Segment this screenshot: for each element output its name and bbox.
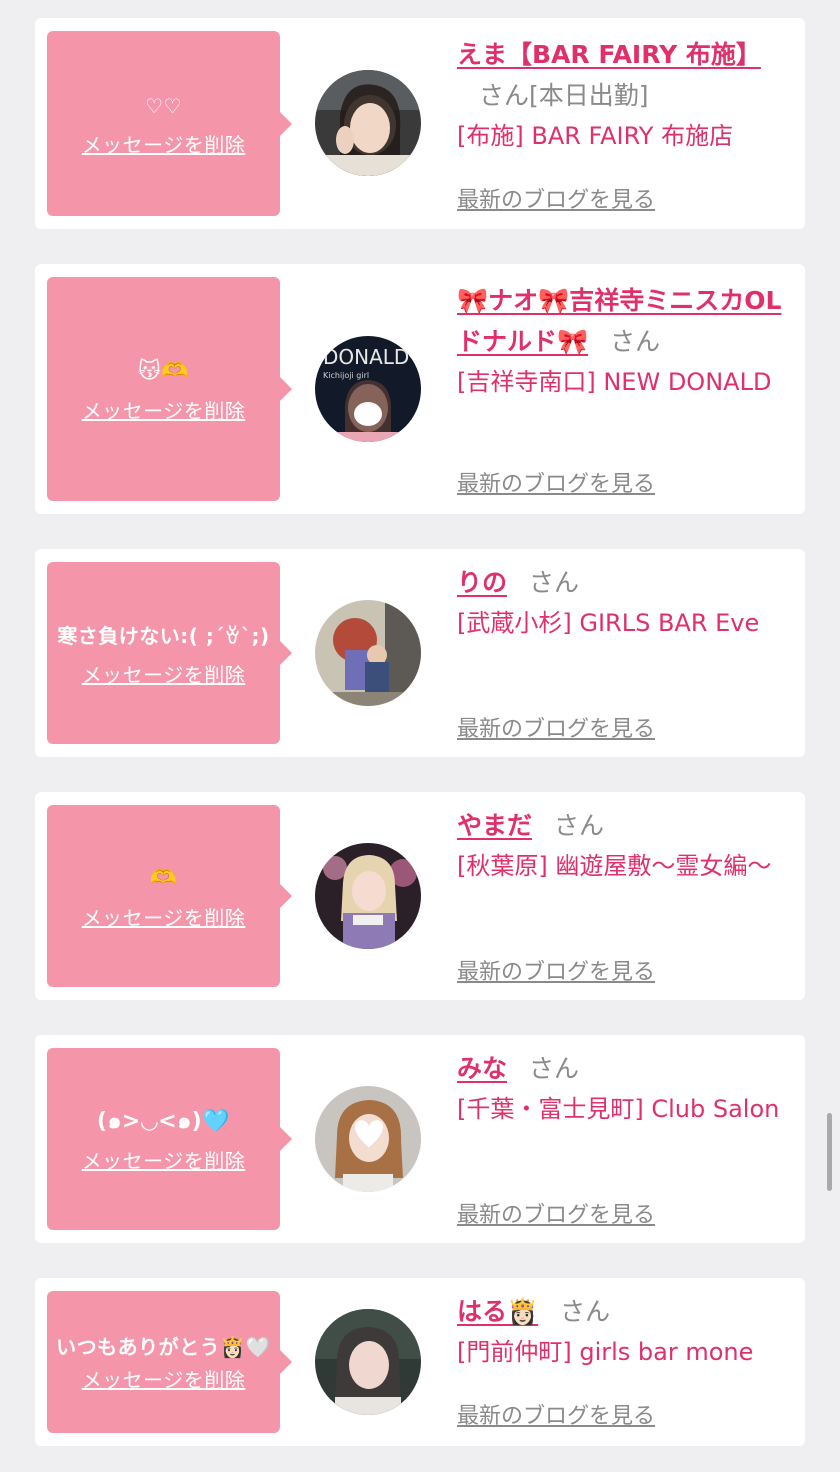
entry-info: みな さん [千葉・富士見町] Club Salon [457, 1048, 792, 1130]
latest-blog-link[interactable]: 最新のブログを見る [457, 1197, 655, 1229]
entry-info: えま【BAR FAIRY 布施】さん[本日出勤] [布施] BAR FAIRY … [457, 34, 792, 157]
message-text: 😽🫶 [137, 358, 190, 384]
avatar[interactable] [315, 1309, 421, 1415]
cast-name-link[interactable]: えま【BAR FAIRY 布施】 [457, 40, 761, 69]
message-bubble: 😽🫶 メッセージを削除 [47, 277, 280, 501]
shop-name: [武蔵小杉] GIRLS BAR Eve [457, 609, 760, 637]
latest-blog-link[interactable]: 最新のブログを見る [457, 466, 655, 498]
message-text: いつもありがとう👸🏻🤍 [56, 1334, 271, 1359]
status-text: [本日出勤] [529, 81, 649, 110]
shop-name: [門前仲町] girls bar mone [457, 1338, 754, 1366]
honorific: さん [529, 568, 580, 597]
svg-text:Kichijoji girl: Kichijoji girl [323, 371, 369, 380]
message-card: いつもありがとう👸🏻🤍 メッセージを削除 はる👸🏻 さん [門前仲町] girls… [35, 1278, 805, 1446]
avatar[interactable] [315, 70, 421, 176]
latest-blog-link[interactable]: 最新のブログを見る [457, 954, 655, 986]
message-bubble: ♡♡ メッセージを削除 [47, 31, 280, 216]
delete-message-link[interactable]: メッセージを削除 [82, 659, 246, 688]
shop-name: [秋葉原] 幽遊屋敷〜霊女編〜 [457, 852, 772, 880]
message-bubble: 🫶 メッセージを削除 [47, 805, 280, 987]
honorific: さん [479, 81, 530, 110]
message-card: (๑>◡<๑)🩵 メッセージを削除 みな さん [千葉・富士見町] Club Sa… [35, 1035, 805, 1243]
cast-name-link[interactable]: みな [457, 1054, 507, 1083]
svg-text:DONALD: DONALD [323, 345, 409, 369]
shop-name: [吉祥寺南口] NEW DONALD [457, 368, 772, 396]
delete-message-link[interactable]: メッセージを削除 [82, 902, 246, 931]
message-text: 寒さ負けない:( ;´ꈊ`;) [57, 623, 270, 648]
cast-name-link[interactable]: やまだ [457, 811, 532, 840]
honorific: さん [529, 1054, 580, 1083]
delete-message-link[interactable]: メッセージを削除 [82, 1364, 246, 1393]
latest-blog-link[interactable]: 最新のブログを見る [457, 1398, 655, 1430]
message-card: 寒さ負けない:( ;´ꈊ`;) メッセージを削除 りの さん [武蔵小杉] GIR… [35, 549, 805, 757]
message-bubble: いつもありがとう👸🏻🤍 メッセージを削除 [47, 1291, 280, 1433]
message-bubble: (๑>◡<๑)🩵 メッセージを削除 [47, 1048, 280, 1230]
shop-name: [布施] BAR FAIRY 布施店 [457, 122, 734, 150]
entry-info: やまだ さん [秋葉原] 幽遊屋敷〜霊女編〜 [457, 805, 792, 887]
honorific: さん [610, 327, 661, 356]
message-card: ♡♡ メッセージを削除 えま【BAR FAIRY 布施】さん[本日出勤] [布施… [35, 18, 805, 229]
avatar[interactable] [315, 843, 421, 949]
entry-info: 🎀ナオ🎀吉祥寺ミニスカOLドナルド🎀 さん [吉祥寺南口] NEW DONALD [457, 280, 792, 403]
message-card: 😽🫶 メッセージを削除 DONALD Kichijoji girl 🎀ナオ🎀吉祥… [35, 264, 805, 514]
delete-message-link[interactable]: メッセージを削除 [82, 129, 246, 158]
latest-blog-link[interactable]: 最新のブログを見る [457, 182, 655, 214]
message-text: ♡♡ [145, 94, 182, 118]
delete-message-link[interactable]: メッセージを削除 [82, 1145, 246, 1174]
scrollbar[interactable] [827, 1113, 832, 1191]
cast-name-link[interactable]: りの [457, 568, 507, 597]
cast-name-link[interactable]: はる👸🏻 [457, 1297, 538, 1326]
entry-info: はる👸🏻 さん [門前仲町] girls bar mone [457, 1291, 792, 1373]
avatar[interactable] [315, 1086, 421, 1192]
avatar[interactable] [315, 600, 421, 706]
entry-info: りの さん [武蔵小杉] GIRLS BAR Eve [457, 562, 792, 644]
honorific: さん [554, 811, 605, 840]
message-text: 🫶 [149, 865, 178, 891]
message-card: 🫶 メッセージを削除 やまだ さん [秋葉原] 幽遊屋敷〜霊女編〜 最新のブログを… [35, 792, 805, 1000]
avatar[interactable]: DONALD Kichijoji girl [315, 336, 421, 442]
message-text: (๑>◡<๑)🩵 [96, 1108, 231, 1134]
honorific: さん [560, 1297, 611, 1326]
message-bubble: 寒さ負けない:( ;´ꈊ`;) メッセージを削除 [47, 562, 280, 744]
delete-message-link[interactable]: メッセージを削除 [82, 395, 246, 424]
shop-name: [千葉・富士見町] Club Salon [457, 1095, 780, 1123]
latest-blog-link[interactable]: 最新のブログを見る [457, 711, 655, 743]
